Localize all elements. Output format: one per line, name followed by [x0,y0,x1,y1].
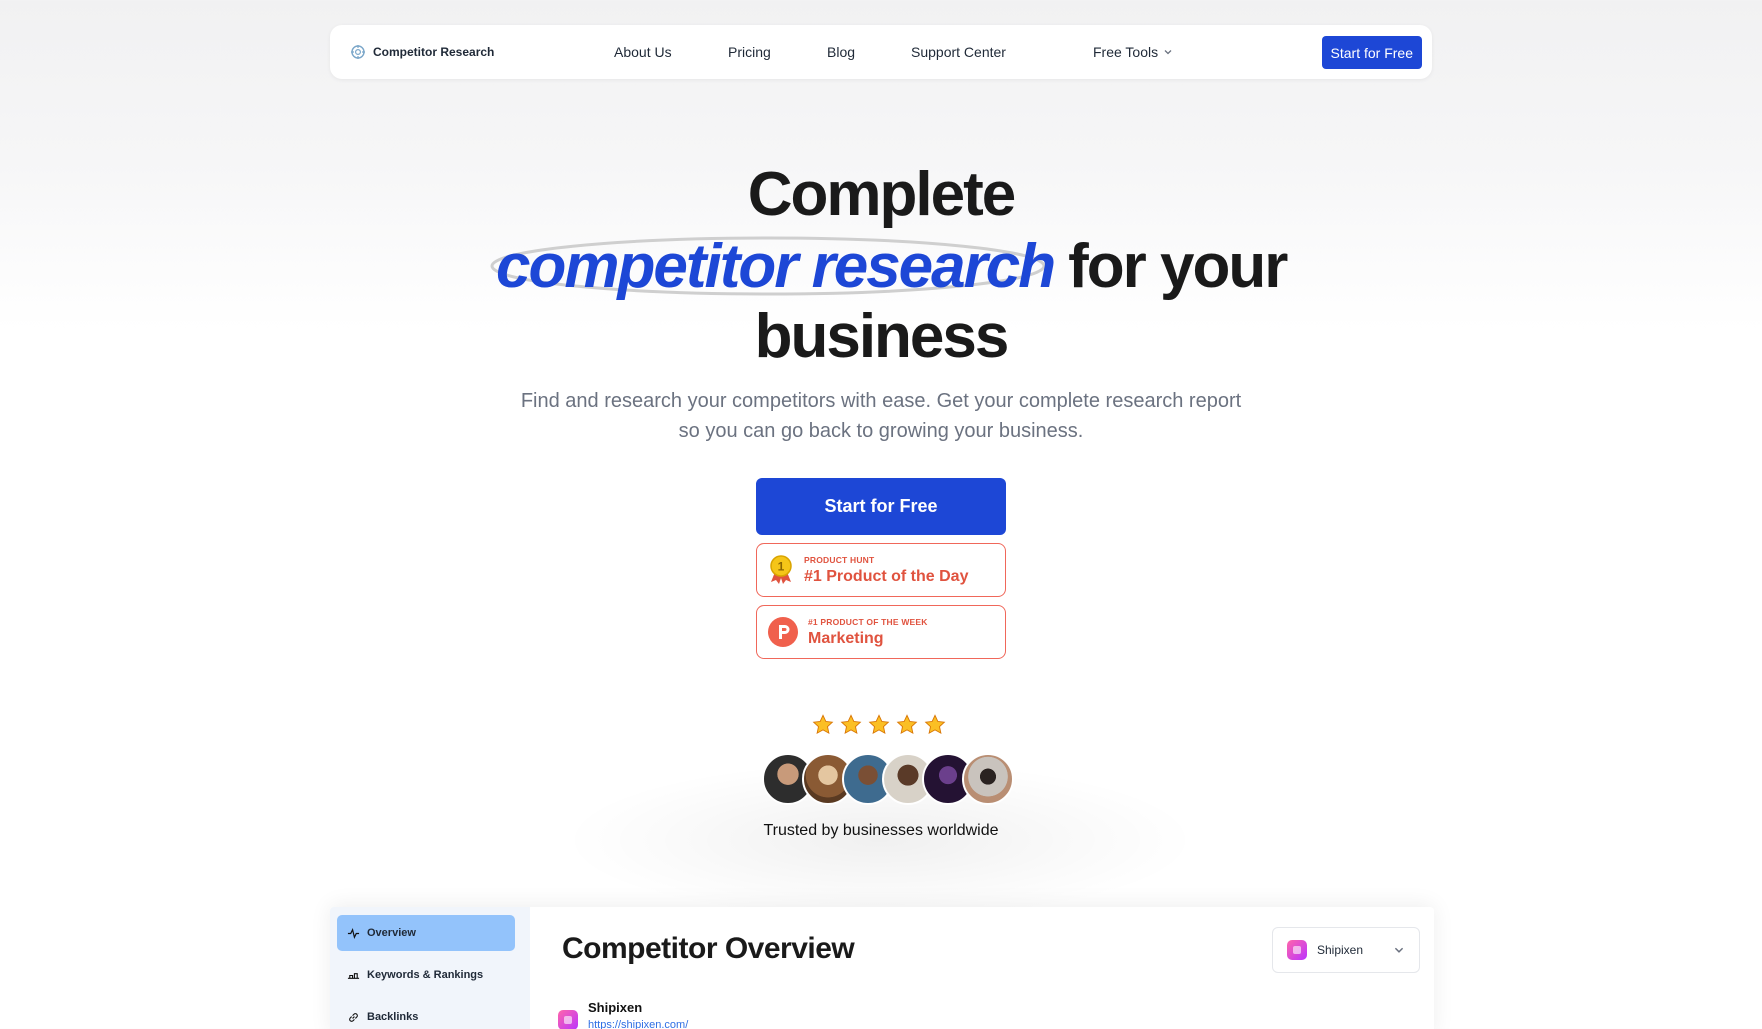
app-logo-icon [558,1010,578,1029]
hero-start-free-button[interactable]: Start for Free [756,478,1006,535]
badge-large-text: #1 Product of the Day [804,567,969,585]
hero-title-line2-rest: for your [1068,231,1288,301]
nav-start-free-button[interactable]: Start for Free [1321,36,1422,69]
hero-title-line1: Complete [747,160,1016,229]
brand-logo-link[interactable]: Competitor Research [350,25,494,79]
activity-icon [347,927,360,939]
star-icon [896,714,918,735]
keywords-icon [347,972,360,979]
hero-title-line2: competitor research for your [490,231,1288,302]
sidebar-item-label: Backlinks [367,1011,419,1023]
nav-link-blog[interactable]: Blog [827,44,855,60]
app-logo-icon [1287,940,1307,960]
badge-small-text: PRODUCT HUNT [804,554,875,565]
overview-title: Competitor Overview [562,932,855,965]
hero-subtitle: Find and research your competitors with … [481,386,1281,446]
badge-large-text: Marketing [808,629,884,647]
star-icon [924,714,946,735]
competitor-select-value: Shipixen [1317,943,1364,957]
hero-highlight: competitor research [490,231,1056,302]
customer-avatars [762,753,1014,805]
product-hunt-day-badge[interactable]: 1 PRODUCT HUNT #1 Product of the Day [756,543,1006,597]
star-icon [812,714,834,735]
hero-subtitle-line1: Find and research your competitors with … [520,390,1242,412]
sidebar-item-label: Keywords & Rankings [367,969,484,981]
badge-text: PRODUCT HUNT #1 Product of the Day [804,555,968,586]
top-navbar: Competitor Research About Us Pricing Blo… [330,25,1432,79]
chevron-down-icon [1164,50,1172,55]
badge-small-text: #1 PRODUCT OF THE WEEK [808,616,928,627]
hero-subtitle-line2: so you can go back to growing your busin… [678,420,1084,442]
brand-logo-icon [351,45,365,59]
product-hunt-week-badge[interactable]: #1 PRODUCT OF THE WEEK Marketing [756,605,1006,659]
nav-link-support-center[interactable]: Support Center [911,44,1006,60]
competitor-row: Shipixen https://shipixen.com/ [558,1000,688,1029]
sidebar-item-label: Overview [367,927,416,939]
competitor-name: Shipixen [588,1000,643,1015]
brand-name: Competitor Research [373,45,495,59]
sidebar-item-overview[interactable]: Overview [337,915,515,951]
free-tools-label: Free Tools [1093,44,1159,60]
hero-title-line3: business [754,302,1010,371]
svg-text:1: 1 [778,560,785,574]
sidebar-item-backlinks[interactable]: Backlinks [337,999,515,1029]
app-sidebar: Overview Keywords & Rankings Backlinks [330,907,530,1029]
star-icon [840,714,862,735]
avatar [962,753,1014,805]
competitor-url-link[interactable]: https://shipixen.com/ [588,1019,688,1029]
star-icon [868,714,890,735]
hero-highlight-text: competitor research [496,231,1056,301]
gold-medal-icon: 1 [770,555,792,584]
product-hunt-logo-icon [768,617,798,647]
link-icon [349,1012,358,1022]
trusted-text: Trusted by businesses worldwide [763,822,999,839]
nav-link-free-tools[interactable]: Free Tools [1093,44,1173,60]
sidebar-item-keywords-rankings[interactable]: Keywords & Rankings [337,957,515,993]
nav-link-pricing[interactable]: Pricing [728,44,771,60]
badge-text: #1 PRODUCT OF THE WEEK Marketing [808,617,928,648]
nav-link-about-us[interactable]: About Us [614,44,672,60]
chevron-down-icon [1394,947,1404,953]
competitor-select[interactable]: Shipixen [1272,927,1420,973]
app-preview: Overview Keywords & Rankings Backlinks C… [330,907,1434,1029]
star-rating [812,714,946,736]
competitor-info: Shipixen https://shipixen.com/ [588,1000,688,1029]
